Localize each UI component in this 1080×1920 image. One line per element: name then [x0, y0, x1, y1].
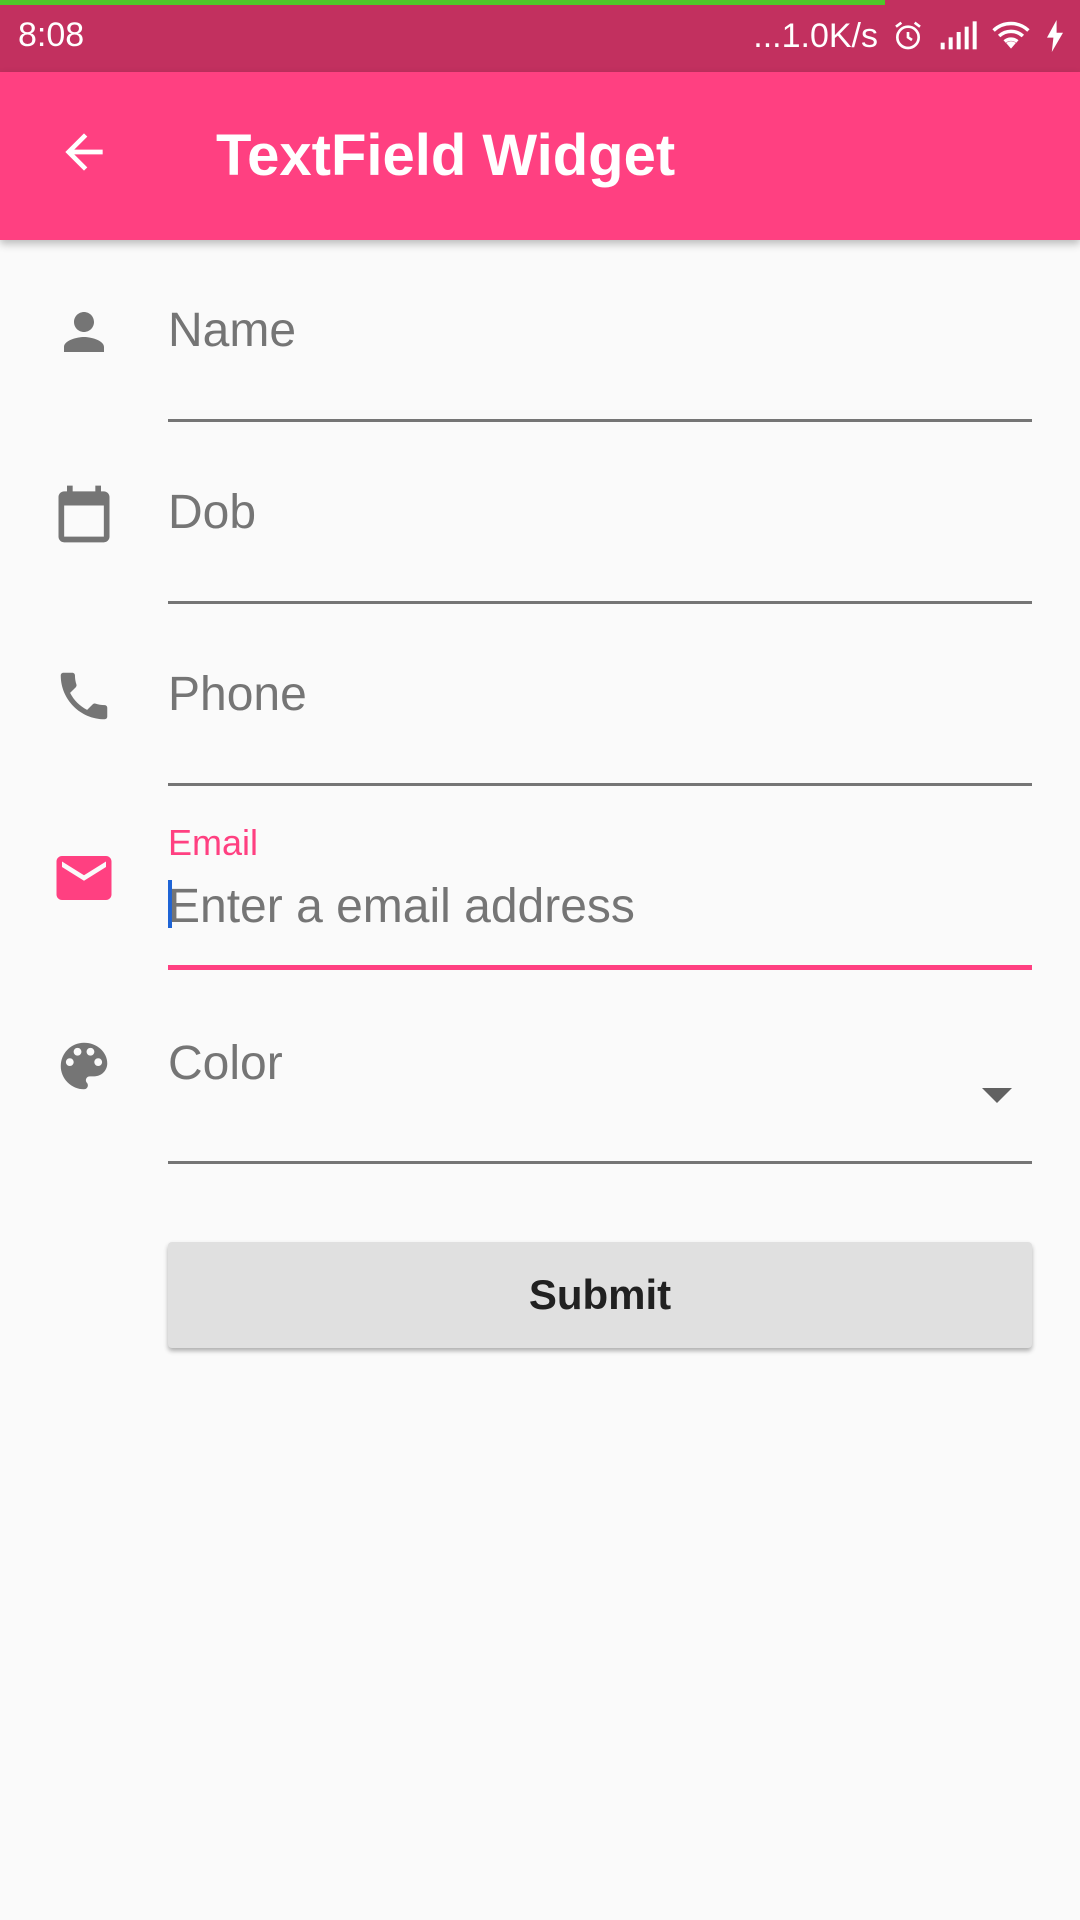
dob-input[interactable]: [168, 482, 1032, 542]
network-speed: ...1.0K/s: [753, 16, 878, 55]
email-label: Email: [168, 822, 259, 863]
loading-progress-bar: [0, 0, 885, 5]
person-icon: [50, 298, 118, 366]
dob-field-container: [168, 482, 1032, 606]
signal-icon: [938, 20, 978, 52]
page-title: TextField Widget: [216, 123, 676, 188]
arrow-back-icon: [56, 124, 112, 185]
status-time: 8:08: [18, 16, 85, 54]
color-underline: [168, 1161, 1032, 1164]
email-input[interactable]: [168, 876, 1032, 936]
submit-button[interactable]: Submit: [168, 1242, 1032, 1348]
back-button[interactable]: [44, 114, 124, 194]
alarm-icon: [892, 20, 924, 52]
email-field-container: Email: [168, 822, 1032, 972]
arrow-drop-down-icon: [982, 1088, 1012, 1103]
palette-icon: [50, 1032, 118, 1100]
dob-underline: [168, 601, 1032, 604]
name-field-container: [168, 300, 1032, 424]
name-input[interactable]: [168, 300, 1032, 360]
wifi-icon: [992, 20, 1030, 52]
calendar-icon: [50, 480, 118, 548]
phone-icon: [50, 662, 118, 730]
charging-icon: [1044, 20, 1066, 52]
name-underline: [168, 419, 1032, 422]
phone-field-container: [168, 664, 1032, 788]
color-dropdown[interactable]: Color: [168, 1036, 1032, 1166]
phone-input[interactable]: [168, 664, 1032, 724]
email-icon: [50, 844, 118, 912]
color-dropdown-value: Color: [168, 1037, 283, 1090]
status-bar: 8:08 ...1.0K/s: [0, 0, 1080, 72]
status-icons: ...1.0K/s: [753, 14, 1066, 58]
app-bar: TextField Widget: [0, 72, 1080, 240]
phone-underline: [168, 783, 1032, 786]
email-underline: [168, 965, 1032, 970]
